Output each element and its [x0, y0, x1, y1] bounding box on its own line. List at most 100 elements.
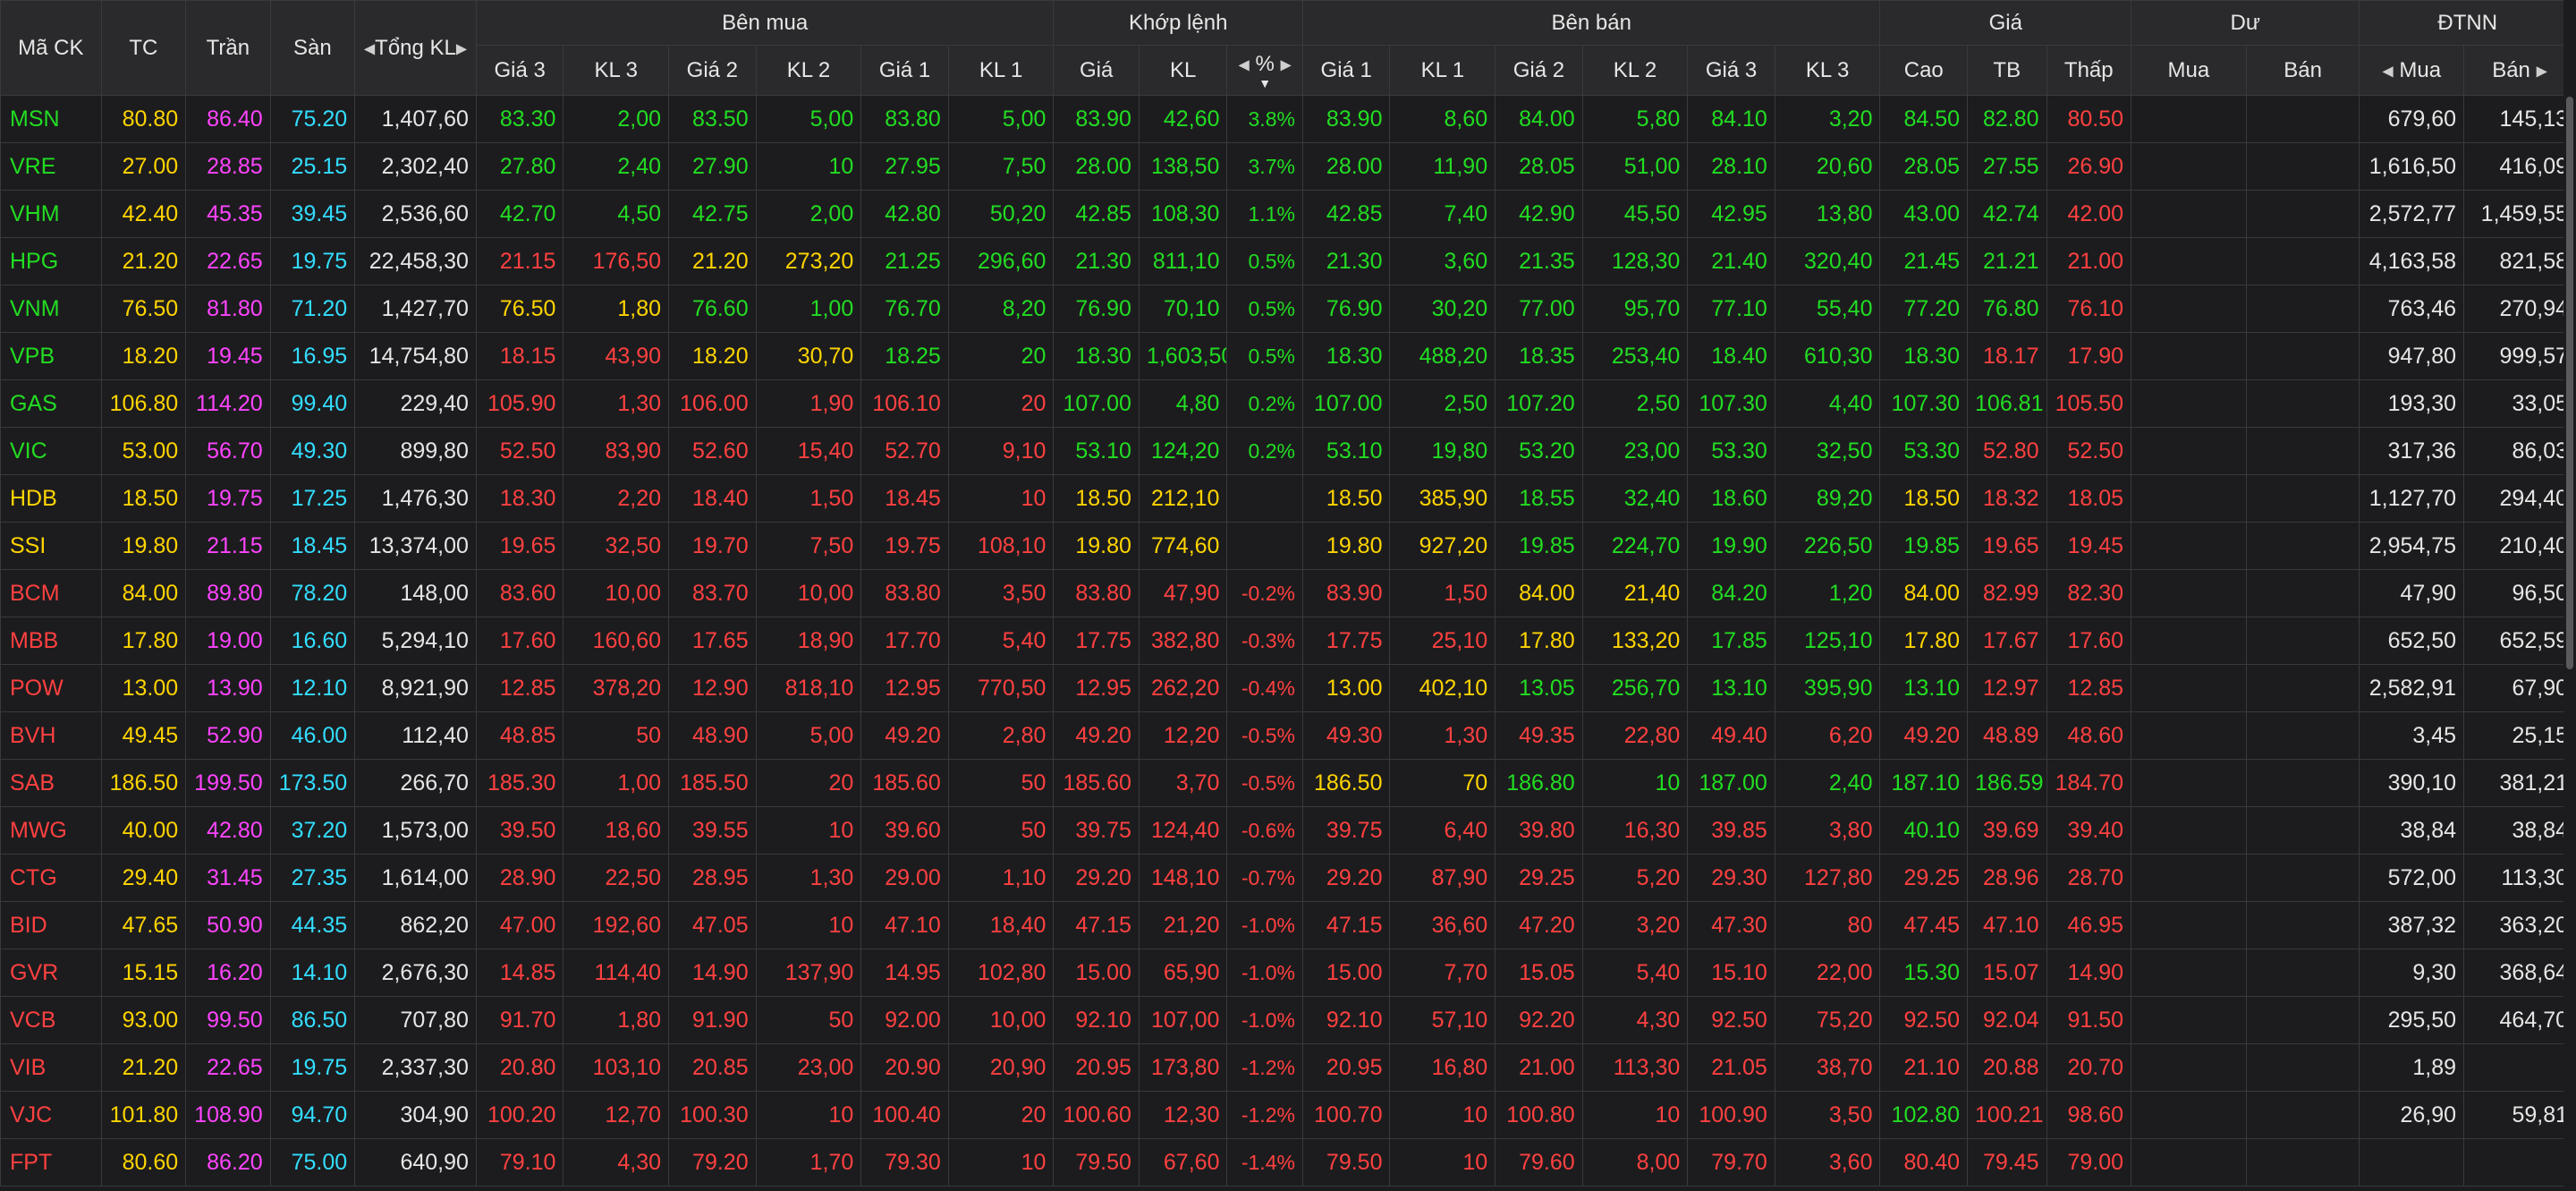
table-row[interactable]: MWG 40.00 42.80 37.20 1,573,00 39.50 18,60 39.5…: [0, 806, 2576, 855]
table-row[interactable]: VCB 93.00 99.50 86.50 707,80 91.70 1,80 91.90 50…: [0, 996, 2576, 1044]
arrow-right-icon[interactable]: ▶: [456, 41, 467, 56]
col-price-low[interactable]: Thấp: [2046, 45, 2132, 96]
cell-sym[interactable]: MBB: [0, 617, 102, 665]
cell-sym[interactable]: VIC: [0, 427, 102, 475]
cell-sym[interactable]: MWG: [0, 806, 102, 855]
table-row[interactable]: HDB 18.50 19.75 17.25 1,476,30 18.30 2,20 18.40…: [0, 474, 2576, 523]
cell-sym[interactable]: CTG: [0, 854, 102, 902]
cell-sym[interactable]: VCB: [0, 996, 102, 1044]
cell-sym[interactable]: VJC: [0, 1091, 102, 1139]
col-total-volume[interactable]: ◀Tổng KL▶: [354, 0, 477, 96]
cell-tran: 108.90: [185, 1091, 271, 1139]
table-row[interactable]: POW 13.00 13.90 12.10 8,921,90 12.85 378,20 12.…: [0, 664, 2576, 712]
table-row[interactable]: VJC 101.80 108.90 94.70 304,90 100.20 12,70 100…: [0, 1091, 2576, 1139]
col-price-high[interactable]: Cao: [1879, 45, 1969, 96]
cell-s1: 29.20: [1301, 854, 1391, 902]
cell-sym[interactable]: BCM: [0, 569, 102, 617]
col-foreign-sell[interactable]: Bán ▶: [2463, 45, 2576, 96]
table-row[interactable]: SAB 186.50 199.50 173.50 266,70 185.30 1,00 185…: [0, 759, 2576, 807]
col-sell-price-2[interactable]: Giá 2: [1495, 45, 1583, 96]
table-row[interactable]: MBB 17.80 19.00 16.60 5,294,10 17.60 160,60 17.…: [0, 617, 2576, 665]
arrow-left-icon[interactable]: ◀: [364, 41, 375, 56]
cell-sym[interactable]: GVR: [0, 949, 102, 997]
col-ref[interactable]: TC: [100, 0, 187, 96]
cell-tb: 18.32: [1967, 474, 2047, 523]
cell-dm: [2131, 1138, 2247, 1187]
col-buy-price-1[interactable]: Giá 1: [860, 45, 949, 96]
table-row[interactable]: FPT 80.60 86.20 75.00 640,90 79.10 4,30 79.20 1,…: [0, 1138, 2576, 1187]
col-foreign-buy[interactable]: ◀ Mua: [2359, 45, 2465, 96]
col-buy-vol-1[interactable]: KL 1: [947, 45, 1055, 96]
cell-skl2: 224,70: [1581, 522, 1689, 570]
table-row[interactable]: VHM 42.40 45.35 39.45 2,536,60 42.70 4,50 42.75…: [0, 190, 2576, 238]
table-row[interactable]: BID 47.65 50.90 44.35 862,20 47.00 192,60 47.05…: [0, 901, 2576, 949]
cell-sym[interactable]: VPB: [0, 332, 102, 380]
col-symbol[interactable]: Mã CK: [0, 0, 102, 96]
cell-tkl: 2,536,60: [354, 190, 477, 238]
cell-sym[interactable]: HDB: [0, 474, 102, 523]
cell-bkl3: 1,00: [563, 759, 670, 807]
col-buy-vol-2[interactable]: KL 2: [755, 45, 862, 96]
cell-tran: 21.15: [185, 522, 271, 570]
col-buy-price-2[interactable]: Giá 2: [668, 45, 757, 96]
table-row[interactable]: VRE 27.00 28.85 25.15 2,302,40 27.80 2,40 27.90…: [0, 142, 2576, 191]
col-remain-buy[interactable]: Mua: [2131, 45, 2247, 96]
table-row[interactable]: HPG 21.20 22.65 19.75 22,458,30 21.15 176,50 21…: [0, 237, 2576, 285]
scrollbar-thumb[interactable]: [2566, 97, 2573, 669]
table-row[interactable]: GVR 15.15 16.20 14.10 2,676,30 14.85 114,40 14.…: [0, 949, 2576, 997]
cell-bkl2: 23,00: [755, 1043, 862, 1092]
cell-mkl: 262,20: [1138, 664, 1228, 712]
cell-sym[interactable]: MSN: [0, 95, 102, 143]
arrow-right-icon[interactable]: ▶: [1281, 57, 1292, 72]
table-row[interactable]: CTG 29.40 31.45 27.35 1,614,00 28.90 22,50 28.9…: [0, 854, 2576, 902]
col-floor[interactable]: Sàn: [269, 0, 356, 96]
table-row[interactable]: VPB 18.20 19.45 16.95 14,754,80 18.15 43,90 18.…: [0, 332, 2576, 380]
cell-sym[interactable]: VNM: [0, 285, 102, 333]
col-sell-price-1[interactable]: Giá 1: [1301, 45, 1391, 96]
col-match-volume[interactable]: KL: [1138, 45, 1228, 96]
col-buy-price-3[interactable]: Giá 3: [475, 45, 564, 96]
sort-indicator[interactable]: % ▼: [1256, 53, 1275, 89]
cell-skl3: 75,20: [1774, 996, 1881, 1044]
cell-sym[interactable]: HPG: [0, 237, 102, 285]
cell-db: [2245, 996, 2360, 1044]
cell-sym[interactable]: GAS: [0, 379, 102, 428]
cell-sym[interactable]: FPT: [0, 1138, 102, 1187]
group-match: Khớp lệnh: [1053, 0, 1303, 46]
table-row[interactable]: MSN 80.80 86.40 75.20 1,407,60 83.30 2,00 83.50…: [0, 95, 2576, 143]
cell-sym[interactable]: BVH: [0, 711, 102, 760]
cell-cao: 29.25: [1879, 854, 1969, 902]
table-row[interactable]: BVH 49.45 52.90 46.00 112,40 48.85 50 48.90 5,00…: [0, 711, 2576, 760]
cell-sym[interactable]: SSI: [0, 522, 102, 570]
col-match-price[interactable]: Giá: [1053, 45, 1140, 96]
cell-sym[interactable]: SAB: [0, 759, 102, 807]
table-row[interactable]: VNM 76.50 81.80 71.20 1,427,70 76.50 1,80 76.60…: [0, 285, 2576, 333]
table-row[interactable]: VIB 21.20 22.65 19.75 2,337,30 20.80 103,10 20.…: [0, 1043, 2576, 1092]
table-row[interactable]: SSI 19.80 21.15 18.45 13,374,00 19.65 32,50 19.…: [0, 522, 2576, 570]
cell-s3: 47.30: [1687, 901, 1775, 949]
cell-sym[interactable]: VHM: [0, 190, 102, 238]
col-ceiling[interactable]: Trần: [185, 0, 271, 96]
cell-sym[interactable]: BID: [0, 901, 102, 949]
arrow-left-icon[interactable]: ◀: [2382, 64, 2393, 79]
col-match-percent[interactable]: ◀ % ▼ ▶: [1226, 45, 1303, 96]
table-row[interactable]: BCM 84.00 89.80 78.20 148,00 83.60 10,00 83.70 1…: [0, 569, 2576, 617]
table-row[interactable]: GAS 106.80 114.20 99.40 229,40 105.90 1,30 106.…: [0, 379, 2576, 428]
col-sell-vol-3[interactable]: KL 3: [1774, 45, 1881, 96]
cell-sym[interactable]: POW: [0, 664, 102, 712]
arrow-right-icon[interactable]: ▶: [2537, 64, 2547, 79]
col-sell-price-3[interactable]: Giá 3: [1687, 45, 1775, 96]
col-price-avg[interactable]: TB: [1967, 45, 2047, 96]
arrow-left-icon[interactable]: ◀: [1239, 57, 1250, 72]
vertical-scrollbar[interactable]: [2563, 0, 2576, 1191]
col-sell-vol-1[interactable]: KL 1: [1389, 45, 1496, 96]
cell-tb: 18.17: [1967, 332, 2047, 380]
table-row[interactable]: VIC 53.00 56.70 49.30 899,80 52.50 83,90 52.60 1…: [0, 427, 2576, 475]
col-remain-sell[interactable]: Bán: [2245, 45, 2360, 96]
cell-tc: 13.00: [100, 664, 187, 712]
col-sell-vol-2[interactable]: KL 2: [1581, 45, 1689, 96]
cell-bkl1: 5,00: [947, 95, 1055, 143]
col-buy-vol-3[interactable]: KL 3: [563, 45, 670, 96]
cell-sym[interactable]: VIB: [0, 1043, 102, 1092]
cell-sym[interactable]: VRE: [0, 142, 102, 191]
